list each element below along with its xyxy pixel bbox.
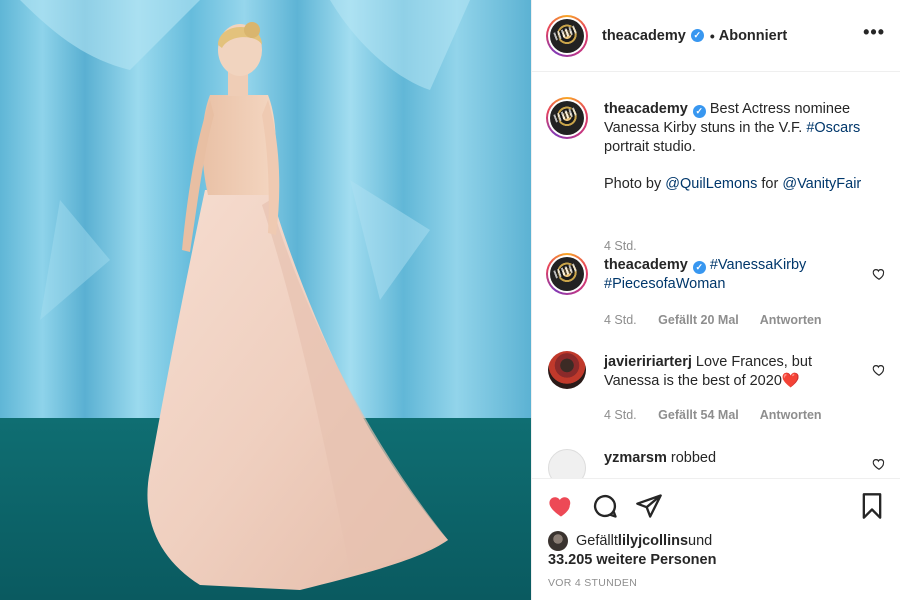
caption-avatar[interactable] — [546, 97, 588, 139]
comment-time[interactable]: 4 Std. — [604, 408, 637, 422]
verified-badge-icon: ✓ — [692, 105, 706, 118]
hashtag-vanessakirby-link[interactable]: #VanessaKirby — [710, 257, 806, 273]
like-heart-icon[interactable] — [547, 492, 575, 520]
caption-photo-by: Photo by — [604, 176, 666, 192]
post-actions: Gefällt lilyjcollins und 33.205 weitere … — [532, 478, 900, 600]
mention-quillemons-link[interactable]: @QuilLemons — [665, 176, 757, 192]
comment-username[interactable]: javieririarterj — [604, 354, 692, 370]
comment-likes-count[interactable]: Gefällt 20 Mal — [658, 313, 739, 327]
bookmark-save-icon[interactable] — [858, 492, 886, 520]
caption-text: theacademy ✓ Best Actress nominee Vanessa… — [604, 100, 870, 194]
hashtag-oscars-link[interactable]: #Oscars — [806, 120, 860, 136]
oscar-logo-avatar-icon — [550, 101, 584, 135]
comment-like-heart-icon[interactable] — [872, 267, 886, 281]
post-photo[interactable] — [0, 0, 531, 600]
comment-text: javieririarterj Love Frances, but Vaness… — [604, 353, 870, 391]
comment-bubble-icon[interactable] — [591, 492, 619, 520]
caption-username[interactable]: theacademy — [604, 101, 688, 117]
comment-body: robbed — [666, 450, 717, 466]
follow-status-button[interactable]: Abonniert — [719, 28, 787, 44]
caption: theacademy ✓ Best Actress nominee Vanessa… — [546, 97, 886, 253]
default-avatar-icon — [548, 449, 586, 478]
hashtag-piecesofawoman-link[interactable]: #PiecesofaWoman — [604, 276, 725, 292]
post-header: theacademy ✓ • Abonniert ••• — [532, 0, 900, 72]
header-separator: • — [709, 27, 715, 44]
likes-prefix: Gefällt — [576, 532, 618, 549]
header-avatar[interactable] — [546, 14, 588, 57]
comment-username[interactable]: theacademy — [604, 257, 688, 273]
verified-badge-icon: ✓ — [690, 29, 704, 42]
liker-avatar-icon[interactable] — [548, 531, 568, 551]
header-username[interactable]: theacademy — [602, 28, 686, 44]
comment-avatar[interactable] — [546, 253, 588, 295]
comment-likes-count[interactable]: Gefällt 54 Mal — [658, 408, 739, 422]
verified-badge-icon: ✓ — [692, 261, 706, 274]
comment-meta: 4 Std. Gefällt 54 Mal Antworten — [604, 408, 840, 422]
comment-text: theacademy ✓ #VanessaKirby #PiecesofaWoma… — [604, 256, 870, 294]
caption-time[interactable]: 4 Std. — [604, 239, 637, 253]
more-options-icon[interactable]: ••• — [863, 23, 885, 41]
liker-username[interactable]: lilyjcollins — [618, 532, 688, 551]
likes-summary: Gefällt lilyjcollins und 33.205 weitere … — [548, 531, 716, 570]
comment-avatar[interactable] — [548, 351, 586, 389]
comment-time[interactable]: 4 Std. — [604, 313, 637, 327]
comments-list[interactable]: theacademy ✓ Best Actress nominee Vanessa… — [532, 73, 900, 478]
photo-illustration — [0, 0, 531, 600]
comment-text: yzmarsm robbed — [604, 449, 870, 468]
user-avatar-icon — [548, 351, 586, 389]
likes-and: und — [688, 532, 713, 549]
caption-meta: 4 Std. — [604, 239, 655, 253]
share-send-icon[interactable] — [635, 492, 663, 520]
red-heart-emoji-icon: ❤️ — [781, 373, 800, 389]
comment-reply-button[interactable]: Antworten — [760, 313, 822, 327]
post-side-panel: theacademy ✓ • Abonniert ••• theacademy ✓… — [531, 0, 900, 600]
comment-like-heart-icon[interactable] — [872, 363, 886, 377]
comment-reply-button[interactable]: Antworten — [760, 408, 822, 422]
instagram-post: theacademy ✓ • Abonniert ••• theacademy ✓… — [0, 0, 900, 600]
comment-like-heart-icon[interactable] — [872, 457, 886, 471]
post-timestamp[interactable]: Vor 4 Stunden — [548, 577, 637, 589]
caption-body-2: portrait studio. — [604, 139, 696, 155]
oscar-logo-avatar-icon — [550, 18, 584, 53]
comment-username[interactable]: yzmarsm — [604, 450, 667, 466]
comment-avatar[interactable] — [548, 449, 586, 478]
oscar-logo-avatar-icon — [550, 257, 584, 291]
likes-count[interactable]: 33.205 weitere Personen — [548, 552, 716, 568]
mention-vanityfair-link[interactable]: @VanityFair — [782, 176, 861, 192]
comment-meta: 4 Std. Gefällt 20 Mal Antworten — [604, 313, 840, 327]
caption-for: for — [757, 176, 783, 192]
